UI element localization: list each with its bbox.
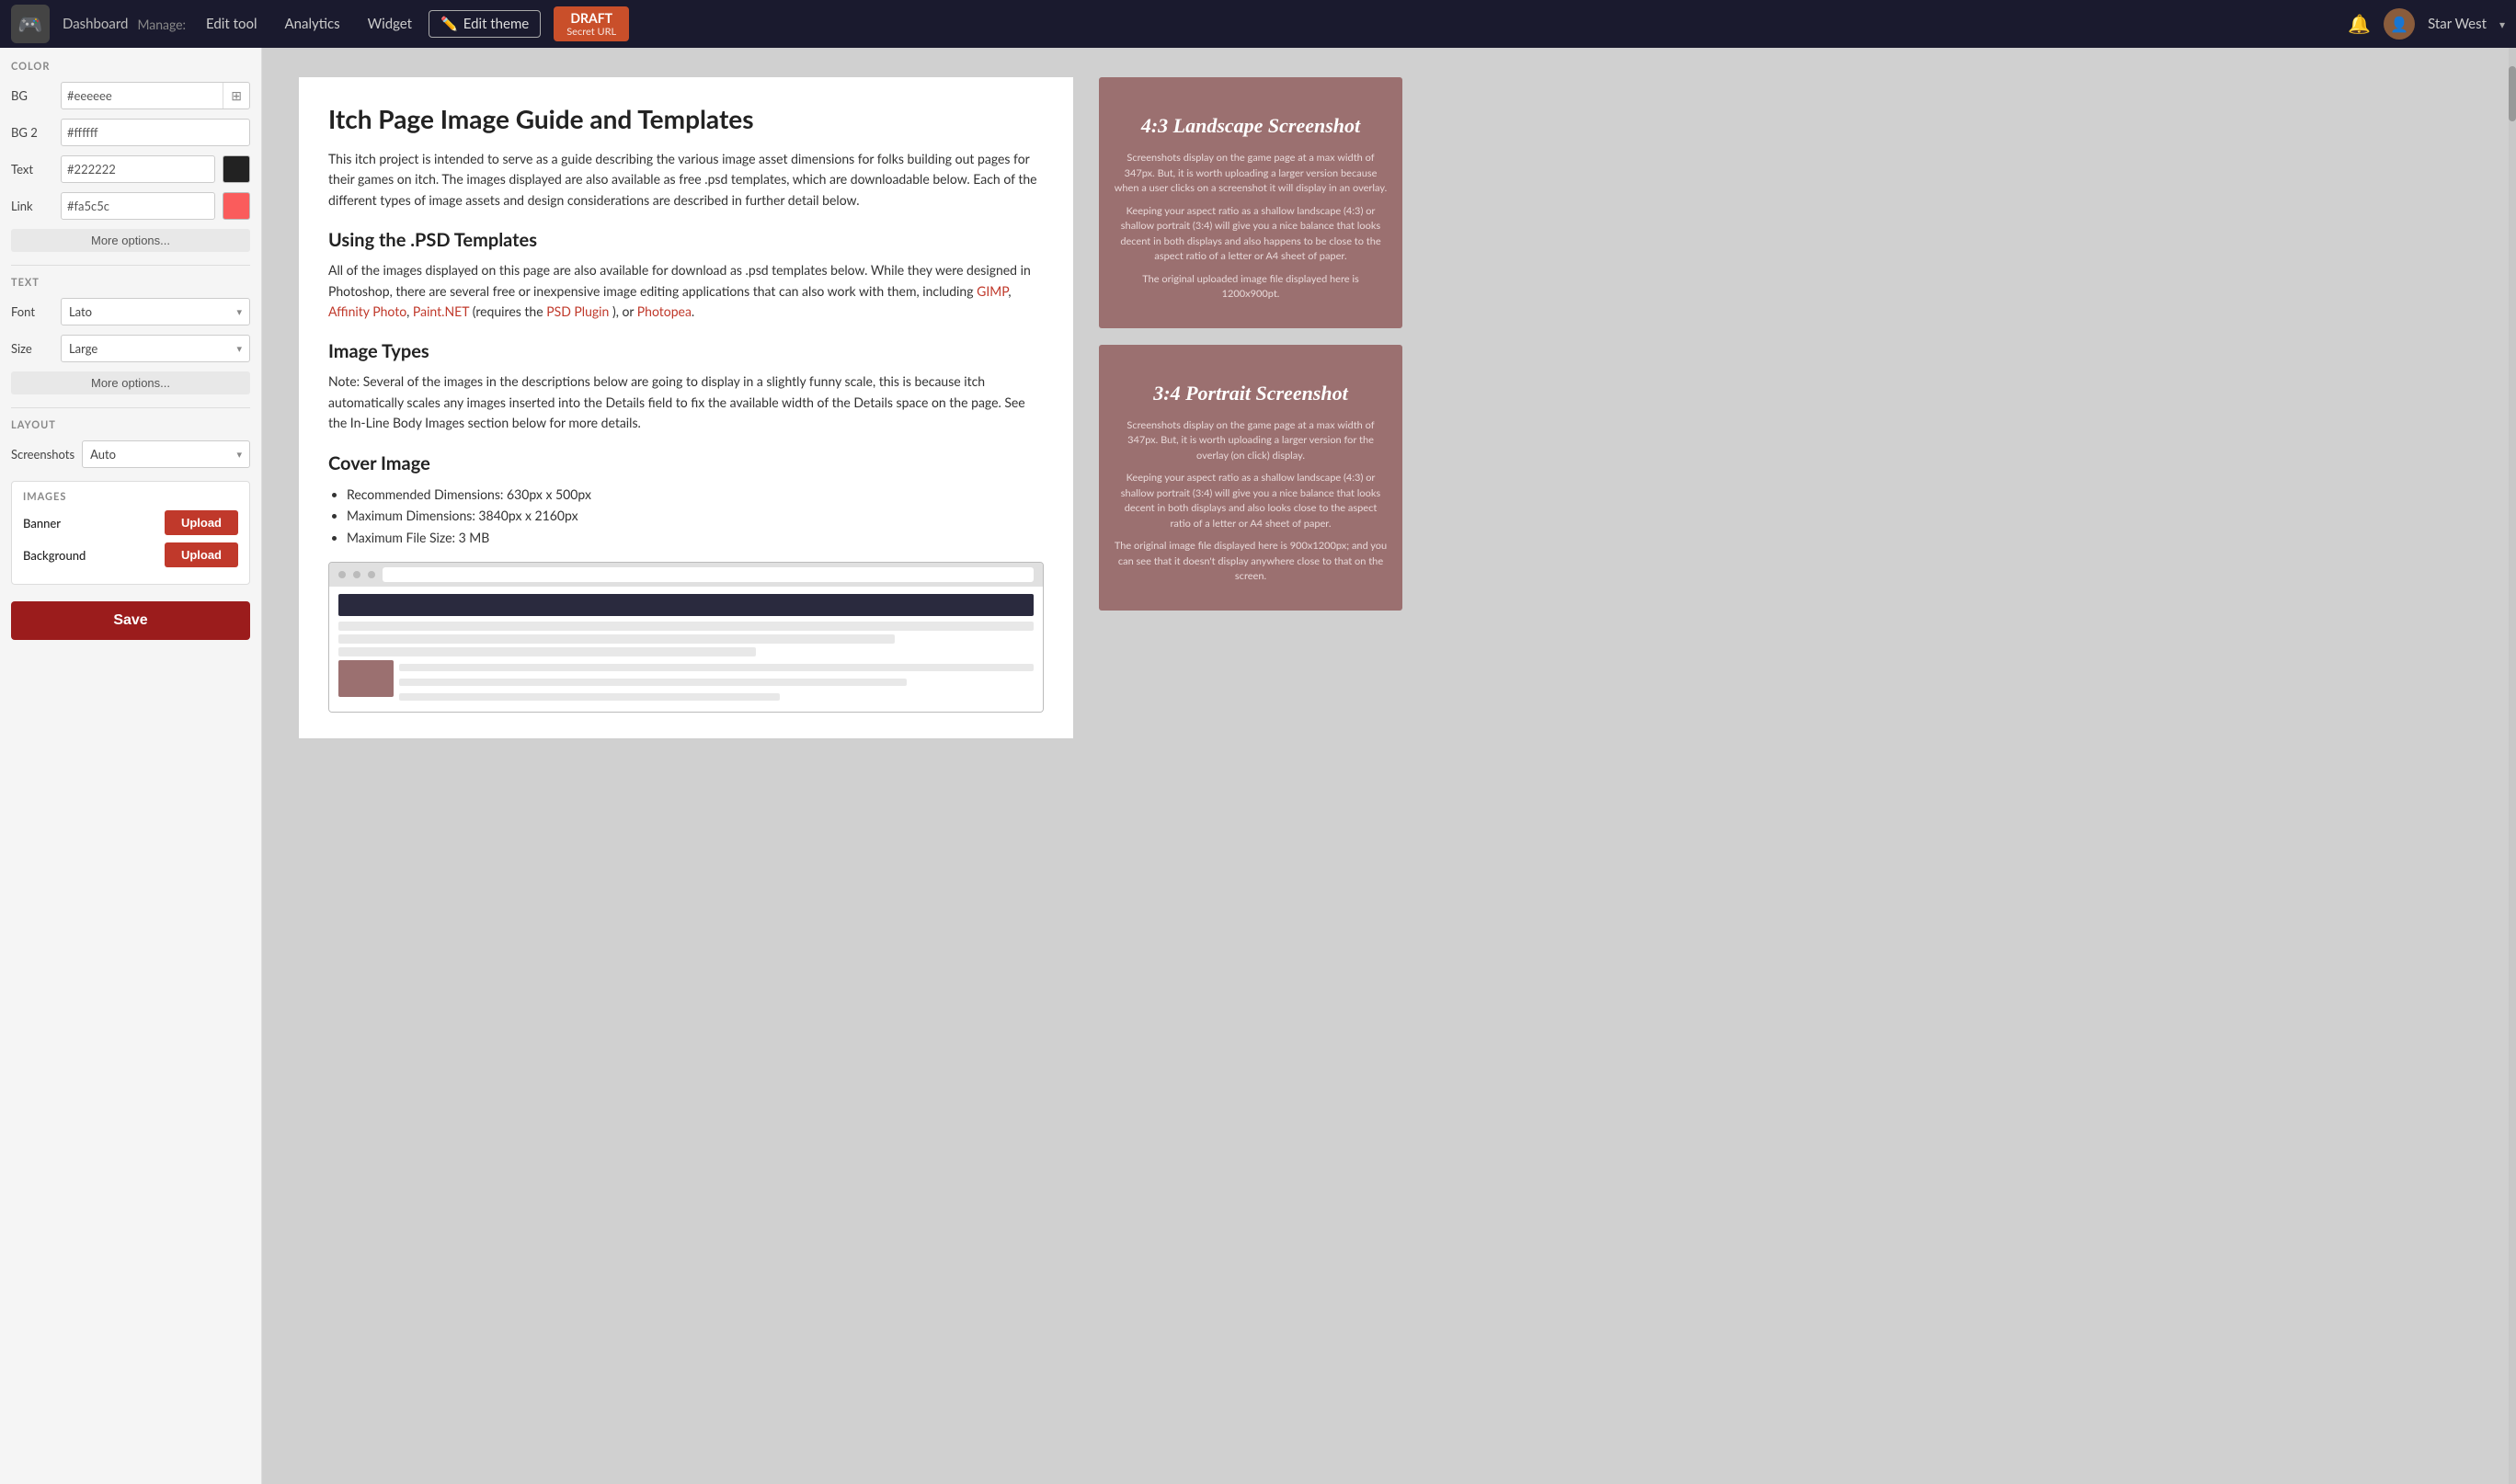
top-navigation: 🎮 Dashboard Manage: Edit tool Analytics … — [0, 0, 2516, 48]
color-section-title: COLOR — [11, 61, 250, 73]
card1-p1: Screenshots display on the game page at … — [1114, 151, 1388, 197]
card2-p1: Screenshots display on the game page at … — [1114, 418, 1388, 464]
background-row: Background Upload — [23, 542, 238, 567]
left-panel: COLOR BG #eeeeee ⊞ BG 2 #ffffff Text #22… — [0, 48, 262, 1484]
chevron-down-icon[interactable]: ▾ — [2499, 17, 2505, 31]
bg2-color-input[interactable]: #ffffff — [61, 119, 250, 146]
portrait-card: 3:4 Portrait Screenshot Screenshots disp… — [1099, 345, 1402, 611]
banner-label: Banner — [23, 516, 61, 531]
font-select[interactable]: Lato ▾ — [61, 298, 250, 325]
gimp-link[interactable]: GIMP — [977, 283, 1008, 299]
grid-icon: ⊞ — [223, 83, 249, 108]
font-label: Font — [11, 304, 53, 319]
bg-color-input[interactable]: #eeeeee ⊞ — [61, 82, 250, 109]
link-color-input[interactable]: #fa5c5c — [61, 192, 215, 220]
avatar[interactable]: 👤 — [2384, 8, 2415, 40]
card1-p3: The original uploaded image file display… — [1114, 272, 1388, 303]
images-section-title: IMAGES — [23, 491, 238, 503]
text-color-swatch[interactable] — [223, 155, 250, 183]
page-title: Itch Page Image Guide and Templates — [328, 103, 1044, 134]
size-select[interactable]: Large ▾ — [61, 335, 250, 362]
bg-color-row: BG #eeeeee ⊞ — [11, 82, 250, 109]
affinity-link[interactable]: Affinity Photo — [328, 303, 406, 319]
text-color-value: #222222 — [62, 162, 214, 177]
cover-bullet-1: Recommended Dimensions: 630px x 500px — [347, 484, 1044, 506]
dashboard-link[interactable]: Dashboard — [63, 16, 128, 32]
size-row: Size Large ▾ — [11, 335, 250, 362]
card1-title: 4:3 Landscape Screenshot — [1114, 114, 1388, 138]
screenshots-label: Screenshots — [11, 447, 74, 462]
save-button[interactable]: Save — [11, 601, 250, 640]
intro-text: This itch project is intended to serve a… — [328, 149, 1044, 211]
browser-mockup — [328, 562, 1044, 713]
notification-bell-icon[interactable]: 🔔 — [2348, 13, 2371, 35]
nav-analytics[interactable]: Analytics — [274, 10, 351, 38]
bg-color-value: #eeeeee — [62, 88, 223, 103]
size-chevron-down-icon: ▾ — [236, 343, 242, 355]
bg2-label: BG 2 — [11, 125, 53, 140]
screenshots-chevron-down-icon: ▾ — [236, 449, 242, 461]
nav-widget[interactable]: Widget — [357, 10, 423, 38]
cover-bullet-3: Maximum File Size: 3 MB — [347, 527, 1044, 549]
color-more-options-button[interactable]: More options... — [11, 229, 250, 252]
screenshots-row: Screenshots Auto ▾ — [11, 440, 250, 468]
banner-row: Banner Upload — [23, 510, 238, 535]
text-label: Text — [11, 162, 53, 177]
main-content[interactable]: Itch Page Image Guide and Templates This… — [262, 48, 2516, 1484]
section3-title: Cover Image — [328, 452, 1044, 474]
text-more-options-button[interactable]: More options... — [11, 371, 250, 394]
images-section: IMAGES Banner Upload Background Upload — [11, 481, 250, 585]
landscape-card: 4:3 Landscape Screenshot Screenshots dis… — [1099, 77, 1402, 328]
font-row: Font Lato ▾ — [11, 298, 250, 325]
screenshots-select[interactable]: Auto ▾ — [82, 440, 250, 468]
text-color-row: Text #222222 — [11, 155, 250, 183]
cover-bullets: Recommended Dimensions: 630px x 500px Ma… — [347, 484, 1044, 549]
text-color-input[interactable]: #222222 — [61, 155, 215, 183]
cover-bullet-2: Maximum Dimensions: 3840px x 2160px — [347, 505, 1044, 527]
bg2-color-row: BG 2 #ffffff — [11, 119, 250, 146]
section2-body: Note: Several of the images in the descr… — [328, 371, 1044, 433]
link-color-row: Link #fa5c5c — [11, 192, 250, 220]
nav-edit-tool[interactable]: Edit tool — [195, 10, 268, 38]
text-section-title: TEXT — [11, 277, 250, 289]
size-label: Size — [11, 341, 53, 356]
section2-title: Image Types — [328, 340, 1044, 362]
section1-title: Using the .PSD Templates — [328, 229, 1044, 251]
section1-body: All of the images displayed on this page… — [328, 260, 1044, 322]
draft-button[interactable]: DRAFT Secret URL — [554, 6, 629, 41]
card2-title: 3:4 Portrait Screenshot — [1114, 382, 1388, 405]
photopea-link[interactable]: Photopea — [637, 303, 692, 319]
font-chevron-down-icon: ▾ — [236, 306, 242, 318]
topnav-right: 🔔 👤 Star West ▾ — [2348, 8, 2505, 40]
scrollbar[interactable] — [2509, 48, 2516, 1484]
background-label: Background — [23, 548, 86, 563]
card2-p2: Keeping your aspect ratio as a shallow l… — [1114, 471, 1388, 531]
edit-theme-button[interactable]: ✏️ Edit theme — [429, 10, 541, 38]
main-layout: COLOR BG #eeeeee ⊞ BG 2 #ffffff Text #22… — [0, 48, 2516, 1484]
bg2-color-value: #ffffff — [62, 125, 249, 140]
scrollbar-thumb[interactable] — [2509, 66, 2516, 121]
content-body: Itch Page Image Guide and Templates This… — [299, 77, 1073, 738]
pencil-icon: ✏️ — [440, 16, 458, 32]
paintnet-link[interactable]: Paint.NET — [413, 303, 469, 319]
bg-label: BG — [11, 88, 53, 103]
banner-upload-button[interactable]: Upload — [165, 510, 238, 535]
psd-plugin-link[interactable]: PSD Plugin — [546, 303, 609, 319]
card2-p3: The original image file displayed here i… — [1114, 539, 1388, 585]
link-color-swatch[interactable] — [223, 192, 250, 220]
app-logo[interactable]: 🎮 — [11, 5, 50, 43]
link-color-value: #fa5c5c — [62, 199, 214, 213]
link-label: Link — [11, 199, 53, 213]
screenshot-cards: 4:3 Landscape Screenshot Screenshots dis… — [1099, 77, 1402, 738]
manage-label: Manage: — [137, 17, 186, 32]
username-label[interactable]: Star West — [2428, 16, 2487, 32]
card1-p2: Keeping your aspect ratio as a shallow l… — [1114, 204, 1388, 265]
layout-section-title: LAYOUT — [11, 419, 250, 431]
background-upload-button[interactable]: Upload — [165, 542, 238, 567]
